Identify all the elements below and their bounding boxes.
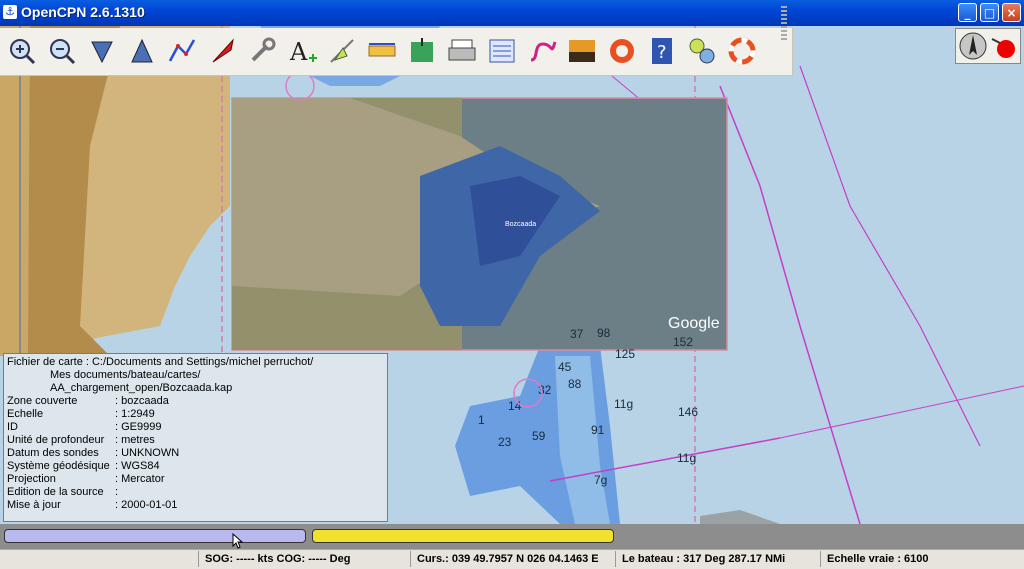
zoom-in-icon[interactable] <box>5 34 39 68</box>
satellite-overlay: Bozcaada Google <box>231 97 728 351</box>
cursor-position-status: Curs.: 039 49.7957 N 026 04.1463 E <box>410 551 615 567</box>
app-icon: ⚓ <box>3 5 17 19</box>
chart-info-line: Zone couverte: bozcaada <box>7 395 169 407</box>
status-bar: SOG: ----- kts COG: ----- Deg Curs.: 039… <box>0 549 1024 569</box>
boat-bearing-status: Le bateau : 317 Deg 287.17 NMi <box>615 551 820 567</box>
follow-icon[interactable] <box>205 34 239 68</box>
compass-widget[interactable] <box>955 28 1021 64</box>
sounding-label: 37 <box>570 327 584 341</box>
chart-info-panel: Fichier de carte : C:/Documents and Sett… <box>3 353 388 522</box>
settings-icon[interactable] <box>245 34 279 68</box>
sounding-label: 45 <box>558 360 572 374</box>
chart-info-line: Unité de profondeur: metres <box>7 434 155 446</box>
chart-info-line: Mes documents/bateau/cartes/ <box>50 369 201 381</box>
current-icon[interactable] <box>325 34 359 68</box>
svg-text:?: ? <box>657 42 667 63</box>
chart-info-line: Datum des sondes: UNKNOWN <box>7 447 180 459</box>
sounding-label: 11g <box>614 397 633 411</box>
google-watermark: Google <box>668 315 720 332</box>
main-toolbar: A? <box>0 28 793 76</box>
print-icon[interactable] <box>445 34 479 68</box>
sounding-label: 88 <box>568 377 582 391</box>
mob-icon[interactable] <box>605 34 639 68</box>
sounding-label: 98 <box>597 326 611 340</box>
sounding-label: 11g <box>677 451 696 465</box>
route-manager-icon[interactable] <box>485 34 519 68</box>
ais-icon[interactable] <box>405 34 439 68</box>
toolbar-grip[interactable] <box>781 6 787 40</box>
color-scheme-icon[interactable] <box>565 34 599 68</box>
chart-bar <box>0 524 1024 549</box>
sounding-label: 152 <box>673 335 693 349</box>
chart-info-line: ID: GE9999 <box>7 421 162 433</box>
chart-info-line: Fichier de carte : C:/Documents and Sett… <box>7 356 314 368</box>
chart-info-line: Projection: Mercator <box>7 473 165 485</box>
scale-in-icon[interactable] <box>85 34 119 68</box>
chart-info-line: Echelle: 1:2949 <box>7 408 155 420</box>
mouse-cursor-icon <box>232 533 244 549</box>
sounding-label: 59 <box>532 429 546 443</box>
maximize-button[interactable]: □ <box>980 3 999 22</box>
chart-bar-raster-chart[interactable] <box>4 529 306 543</box>
place-label: Bozcaada <box>505 221 536 228</box>
chart-info-line: Edition de la source: <box>7 486 119 498</box>
text-icon[interactable]: A <box>285 34 319 68</box>
title-bar[interactable]: ⚓ OpenCPN 2.6.1310 _ □ × <box>0 0 1024 26</box>
sounding-label: 14 <box>508 399 522 413</box>
lifebuoy-icon[interactable] <box>725 34 759 68</box>
tide-icon[interactable] <box>365 34 399 68</box>
chart-bar-overlay-chart[interactable] <box>312 529 614 543</box>
sounding-label: 125 <box>615 347 635 361</box>
chart-info-line: AA_chargement_open/Bozcaada.kap <box>50 382 233 394</box>
sounding-label: 146 <box>678 405 698 419</box>
sounding-label: 23 <box>498 435 512 449</box>
svg-text:A: A <box>289 38 308 66</box>
sog-cog-status: SOG: ----- kts COG: ----- Deg <box>198 551 410 567</box>
true-scale-status: Echelle vraie : 6100 <box>820 551 1024 567</box>
chart-info-line: Système géodésique: WGS84 <box>7 460 160 472</box>
close-button[interactable]: × <box>1002 3 1021 22</box>
minimize-button[interactable]: _ <box>958 3 977 22</box>
sounding-label: 7g <box>594 473 607 487</box>
window-title: OpenCPN 2.6.1310 <box>21 4 145 20</box>
track-icon[interactable] <box>525 34 559 68</box>
sounding-label: 1 <box>478 413 485 427</box>
route-icon[interactable] <box>165 34 199 68</box>
plugin-icon[interactable] <box>685 34 719 68</box>
scale-out-icon[interactable] <box>125 34 159 68</box>
chart-info-line: Mise à jour: 2000-01-01 <box>7 499 178 511</box>
help-icon[interactable]: ? <box>645 34 679 68</box>
zoom-out-icon[interactable] <box>45 34 79 68</box>
sounding-label: 91 <box>591 423 605 437</box>
